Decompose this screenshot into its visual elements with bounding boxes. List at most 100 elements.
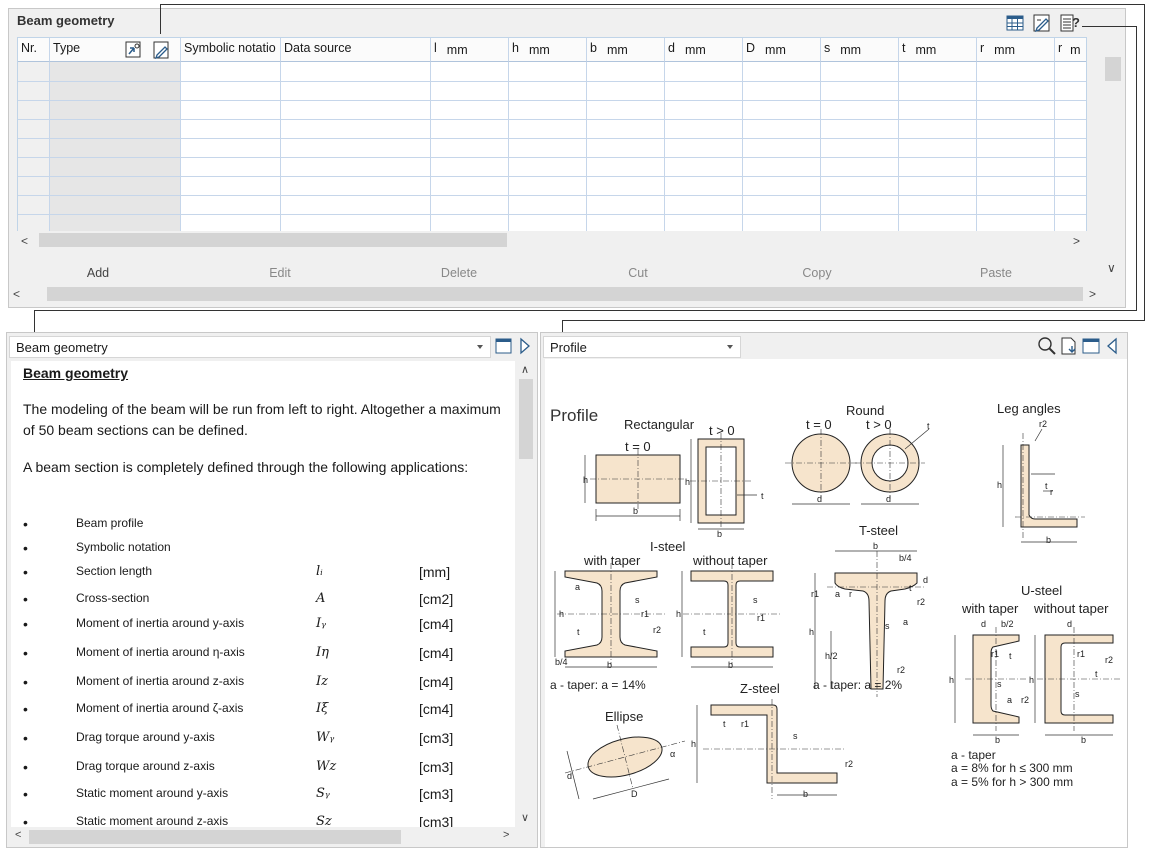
collapse-left-icon[interactable] (1104, 336, 1120, 356)
svg-text:r2: r2 (845, 759, 853, 769)
edit-button[interactable]: Edit (199, 263, 361, 285)
svg-text:α: α (670, 749, 675, 759)
column-header-l[interactable]: l mm (431, 38, 509, 62)
help-topic-select[interactable]: Beam geometry (9, 336, 491, 358)
table-icon[interactable] (1003, 11, 1025, 33)
t-steel-label: T-steel (859, 523, 898, 538)
window-icon[interactable] (1081, 336, 1101, 356)
callout-line (562, 320, 1145, 321)
svg-text:t: t (577, 627, 580, 637)
import-icon[interactable] (124, 40, 144, 60)
page-down-icon[interactable] (1059, 336, 1079, 356)
scroll-right-arrow-icon[interactable]: > (503, 829, 509, 841)
svg-text:r2: r2 (1039, 419, 1047, 429)
scroll-down-arrow-icon[interactable]: ∨ (521, 811, 529, 824)
scroll-left-arrow-icon[interactable]: < (15, 829, 21, 841)
svg-text:b: b (995, 735, 1000, 745)
help-vertical-scrollbar[interactable]: ∧ ∨ (517, 361, 535, 827)
cut-button[interactable]: Cut (557, 263, 719, 285)
panel-scroll-left-icon[interactable]: < (13, 287, 20, 301)
svg-text:h/2: h/2 (825, 651, 838, 661)
panel-scroll-thumb[interactable] (47, 287, 1083, 301)
column-header-t[interactable]: t mm (899, 38, 977, 62)
help-panel: Beam geometry Beam geometry The modeling… (6, 332, 538, 848)
svg-text:d: d (567, 771, 572, 781)
help-paragraph: A beam section is completely defined thr… (23, 459, 469, 475)
z-steel-profile (696, 699, 845, 799)
column-header-d[interactable]: d mm (665, 38, 743, 62)
i-taper-note: a - taper: a = 14% (550, 678, 646, 692)
svg-text:r1: r1 (757, 613, 765, 623)
column-header-s[interactable]: s mm (821, 38, 899, 62)
scroll-down-arrow-icon[interactable]: ∨ (1107, 261, 1116, 275)
edit-icon[interactable] (152, 40, 172, 60)
svg-text:s: s (997, 679, 1002, 689)
help-title: Beam geometry (23, 365, 129, 381)
svg-text:t: t (1009, 651, 1012, 661)
paste-button[interactable]: Paste (915, 263, 1077, 285)
column-header-r[interactable]: r mm (977, 38, 1055, 62)
scroll-thumb[interactable] (39, 233, 507, 247)
svg-text:t: t (761, 491, 764, 501)
column-header-D[interactable]: Dmm (743, 38, 821, 62)
vertical-scroll-thumb[interactable] (1105, 57, 1121, 81)
list-item: • Symbolic notation (23, 540, 171, 556)
column-header-symbolic-notation[interactable]: Symbolic notatio (181, 38, 281, 62)
t-positive-label: t > 0 (709, 423, 735, 438)
list-item: • Static moment around y-axis Sᵧ [cm3] (23, 786, 454, 802)
svg-text:t: t (723, 719, 726, 729)
svg-text:t > 0: t > 0 (866, 417, 892, 432)
column-header-nr[interactable]: Nr. (18, 38, 50, 62)
u-taper-note-1: a = 8% for h ≤ 300 mm (951, 761, 1073, 775)
grid-horizontal-scrollbar[interactable]: < > (17, 231, 1087, 249)
help-list-icon[interactable]: ? (1057, 11, 1080, 33)
help-hscroll-thumb[interactable] (29, 830, 401, 844)
callout-line (160, 4, 1144, 5)
edit-table-icon[interactable] (1030, 11, 1052, 33)
callout-line (1082, 26, 1136, 27)
expand-right-icon[interactable] (517, 336, 533, 356)
i-without-taper-label: without taper (692, 553, 768, 568)
scroll-left-arrow-icon[interactable]: < (21, 234, 28, 248)
callout-line (1144, 4, 1145, 320)
add-button[interactable]: Add (17, 263, 179, 285)
column-header-data-source[interactable]: Data source (281, 38, 431, 62)
type-column-cells[interactable] (50, 62, 181, 236)
profile-drawing: .pf { fill: #f6e4cc; stroke: #222; strok… (545, 359, 1127, 847)
copy-button[interactable]: Copy (736, 263, 898, 285)
delete-button[interactable]: Delete (378, 263, 540, 285)
panel-vertical-scrollbar[interactable]: ∨ (1103, 37, 1123, 277)
data-grid[interactable]: Nr. Type Symbolic notatio Data source lm… (17, 37, 1087, 237)
column-header-h[interactable]: h mm (509, 38, 587, 62)
u-steel-label: U-steel (1021, 583, 1062, 598)
zoom-icon[interactable] (1037, 336, 1057, 356)
svg-text:t: t (1045, 481, 1048, 491)
rectangular-hollow-profile (690, 433, 757, 530)
row-number-column (18, 62, 50, 236)
round-hollow-profile (855, 428, 930, 505)
t-taper-note: a - taper: a = 2% (813, 678, 902, 692)
svg-text:b: b (717, 529, 722, 539)
column-header-b[interactable]: b mm (587, 38, 665, 62)
svg-text:s: s (793, 731, 798, 741)
scroll-up-arrow-icon[interactable]: ∧ (521, 363, 529, 376)
help-scroll-thumb[interactable] (519, 379, 533, 459)
svg-text:d: d (923, 575, 928, 585)
svg-text:t = 0: t = 0 (806, 417, 832, 432)
svg-text:d: d (886, 494, 891, 504)
svg-text:b: b (728, 660, 733, 670)
column-header-r2[interactable]: rm (1055, 38, 1086, 62)
svg-text:h: h (583, 475, 588, 485)
round-label: Round (846, 403, 884, 418)
panel-scroll-right-icon[interactable]: > (1089, 287, 1096, 301)
chevron-down-icon (477, 345, 483, 349)
panel-horizontal-scrollbar[interactable]: < > (9, 285, 1101, 303)
profile-select[interactable]: Profile (543, 336, 741, 358)
help-horizontal-scrollbar[interactable]: < > (11, 829, 515, 845)
profile-heading: Profile (550, 406, 598, 425)
window-icon[interactable] (495, 336, 513, 356)
callout-line (1136, 26, 1137, 310)
chevron-down-icon (727, 345, 733, 349)
scroll-right-arrow-icon[interactable]: > (1073, 234, 1080, 248)
svg-text:t: t (1095, 669, 1098, 679)
